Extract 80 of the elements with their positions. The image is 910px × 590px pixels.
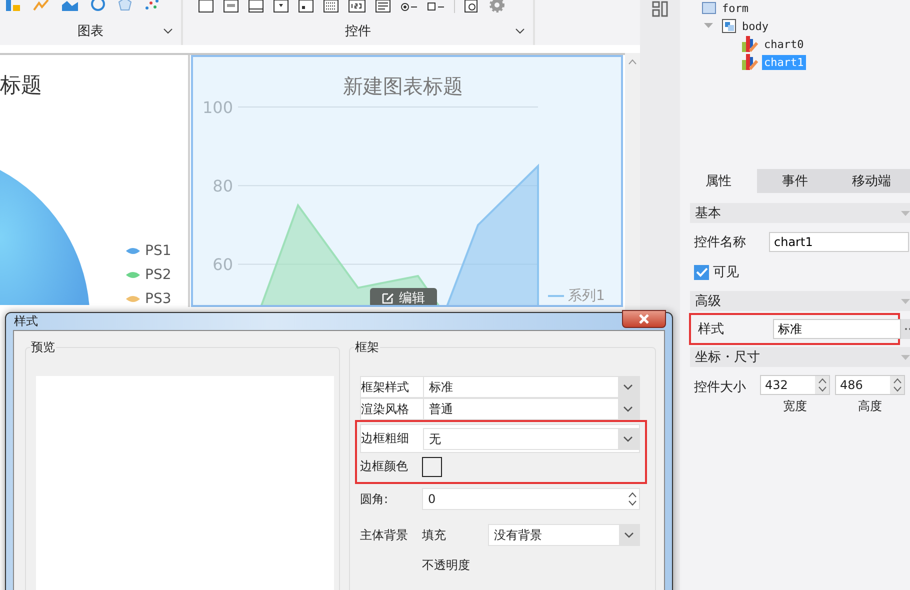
group-label: 控件 — [345, 23, 371, 40]
number-field-icon[interactable] — [348, 0, 366, 13]
axis-tick-label: 100 — [202, 98, 233, 117]
spinner-arrows-icon[interactable] — [628, 491, 636, 507]
field-label: 控件大小 — [694, 379, 747, 396]
chart-title: 新建图表标题 — [342, 73, 464, 100]
panel-tab[interactable]: 事件 — [756, 169, 834, 193]
field-caption: 宽度 — [783, 398, 807, 415]
field-label: 渲染风格 — [361, 400, 410, 418]
dialog-title: 样式 — [14, 313, 38, 330]
section-header[interactable]: 高级 — [690, 291, 910, 311]
text-field[interactable]: chart1 — [769, 232, 909, 252]
container-icon — [722, 19, 736, 33]
chart-edit-icon — [742, 54, 758, 70]
dropdown[interactable]: 没有背景 — [488, 524, 640, 546]
section-header[interactable]: 基本 — [690, 203, 910, 223]
number-spinner[interactable]: 432 — [760, 375, 830, 395]
gear-icon[interactable] — [489, 0, 505, 13]
checkbox[interactable] — [694, 264, 709, 280]
chevron-down-icon[interactable] — [623, 384, 633, 390]
legend-label: PS2 — [145, 267, 172, 283]
group-title: 框架 — [354, 339, 380, 356]
text-field[interactable]: 标准 — [773, 319, 901, 339]
dropdown[interactable]: 普通 — [423, 398, 639, 420]
spinner-arrows-icon[interactable] — [818, 377, 826, 393]
dropdown-icon[interactable] — [273, 0, 289, 13]
text-lines-icon[interactable] — [375, 0, 391, 13]
number-spinner[interactable]: 486 — [835, 375, 905, 395]
field-label: 填充 — [422, 526, 447, 544]
axis-tick-label: 60 — [212, 255, 233, 274]
legend-label: PS1 — [145, 243, 172, 259]
chevron-down-icon[interactable] — [624, 532, 634, 538]
field-label: 边框粗细 — [361, 430, 410, 447]
pie-chart-icon[interactable] — [91, 0, 105, 11]
chevron-down-icon[interactable] — [623, 406, 633, 412]
chart-panel[interactable]: 标题 PS1 PS2 PS3 — [0, 55, 190, 307]
chart-panel[interactable]: 新建图表标题 100 80 60 编辑 系列1 — [191, 55, 623, 307]
radio-icon[interactable] — [400, 0, 418, 13]
number-spinner[interactable]: 0 — [422, 488, 640, 510]
edit-icon — [382, 292, 394, 304]
tree-item[interactable]: body — [740, 18, 770, 34]
axis-tick-label: 80 — [212, 176, 233, 196]
dropdown[interactable]: 无 — [423, 428, 639, 450]
close-button[interactable] — [622, 310, 666, 328]
tree-item[interactable]: form — [720, 0, 750, 16]
spinner-arrows-icon[interactable] — [892, 377, 902, 393]
field-label: 控件名称 — [694, 234, 747, 251]
dropdown[interactable]: 标准 — [423, 376, 639, 398]
legend-label: PS3 — [145, 291, 172, 307]
bar-chart-icon[interactable] — [6, 0, 20, 11]
field-label: 不透明度 — [422, 556, 470, 574]
box-icon[interactable] — [223, 0, 239, 13]
field-caption: 高度 — [858, 398, 882, 415]
close-icon — [638, 314, 650, 324]
field-label: 样式 — [698, 321, 725, 338]
group-title: 预览 — [30, 339, 56, 356]
checkbox-label: 可见 — [713, 264, 739, 281]
field-label: 框架样式 — [361, 378, 410, 396]
field-label: 主体背景 — [360, 526, 409, 544]
chevron-down-icon[interactable] — [515, 28, 525, 34]
section-header[interactable]: 坐标・尺寸 — [690, 347, 910, 367]
window-icon[interactable] — [248, 0, 264, 13]
checkbox-icon[interactable] — [427, 0, 445, 13]
field-label: 边框颜色 — [360, 458, 409, 475]
scatter-chart-icon[interactable] — [145, 0, 159, 11]
chart-title: 标题 — [0, 72, 42, 99]
form-icon — [702, 2, 716, 14]
group-label: 图表 — [78, 23, 104, 40]
field-label: 圆角: — [360, 490, 390, 508]
layout-icon[interactable] — [652, 1, 668, 17]
panel-tab[interactable]: 移动端 — [833, 169, 910, 193]
tree-item[interactable]: chart0 — [762, 36, 806, 52]
grid-icon[interactable] — [323, 0, 339, 13]
legend-label: 系列1 — [568, 287, 605, 305]
edit-button[interactable]: 编辑 — [370, 288, 437, 305]
chevron-down-icon[interactable] — [163, 28, 173, 34]
chart-edit-icon — [742, 36, 758, 52]
area-chart-icon[interactable] — [62, 0, 78, 11]
chevron-down-icon[interactable] — [623, 436, 633, 442]
color-swatch[interactable] — [422, 456, 442, 476]
